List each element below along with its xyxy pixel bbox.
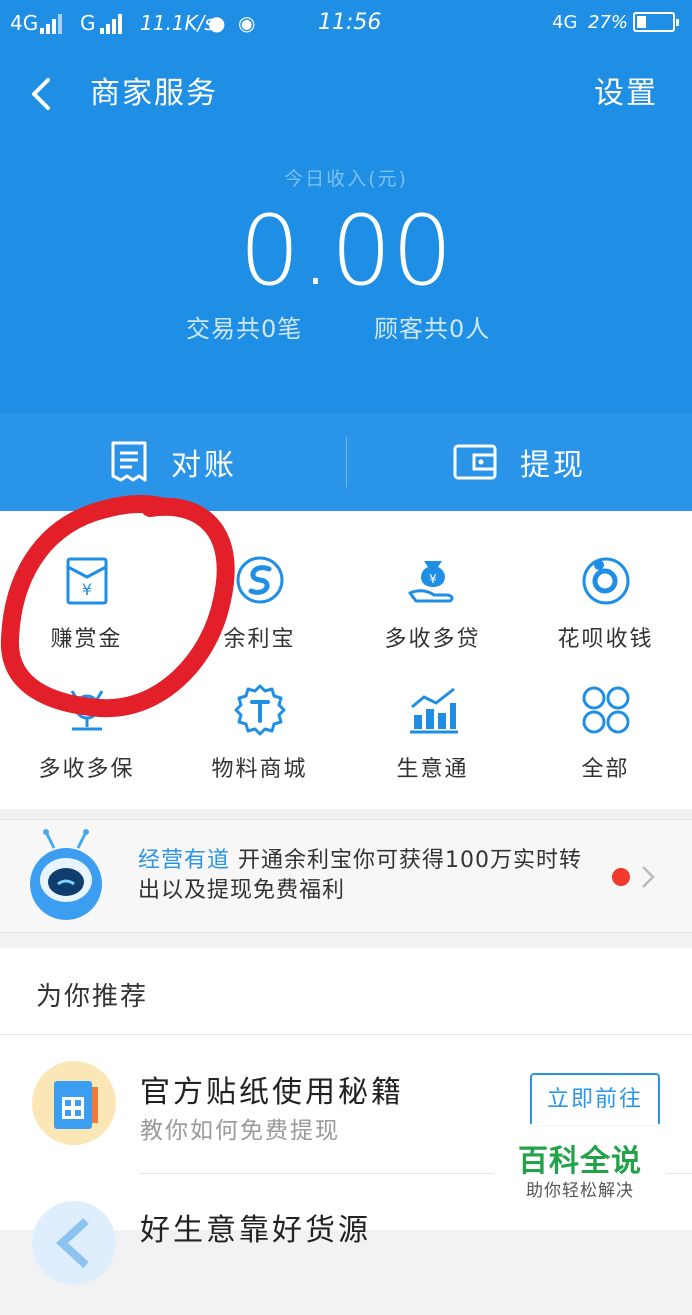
network-type-2: G xyxy=(80,11,96,35)
withdraw-label: 提现 xyxy=(520,448,586,483)
t-badge-icon xyxy=(234,684,286,736)
grid-item-all[interactable]: 全部 xyxy=(519,669,692,799)
grid-label: 多收多贷 xyxy=(384,627,481,652)
money-bag-hand-icon: ¥ xyxy=(408,561,454,603)
grid-item-reward[interactable]: ¥ 赚赏金 xyxy=(0,539,173,669)
income-value: 0.00 xyxy=(239,195,453,307)
grid-item-material-mall[interactable]: 物料商城 xyxy=(173,669,346,799)
transaction-count: 交易共0笔 xyxy=(186,315,303,343)
reconcile-label: 对账 xyxy=(171,448,237,483)
customer-count: 顾客共0人 xyxy=(374,315,491,343)
back-arrow-icon[interactable] xyxy=(28,76,54,112)
huabei-icon xyxy=(582,557,630,605)
red-envelope-icon: ¥ xyxy=(66,557,108,605)
clock: 11:56 xyxy=(318,10,382,35)
income-label: 今日收入(元) xyxy=(284,168,408,190)
watermark-subtitle: 助你轻松解决 xyxy=(526,1181,634,1201)
grid-item-loan[interactable]: ¥ 多收多贷 xyxy=(346,539,519,669)
grid-item-huabei[interactable]: 花呗收钱 xyxy=(519,539,692,669)
chevron-right-icon[interactable] xyxy=(640,864,656,890)
recommend-title: 为你推荐 xyxy=(36,982,149,1012)
settings-button[interactable]: 设置 xyxy=(594,76,658,112)
service-grid: ¥ 赚赏金 余利宝 ¥ 多收多贷 花呗收钱 多收多保 物料商城 生意通 全部 xyxy=(0,511,692,809)
banner-highlight: 经营有道 xyxy=(138,848,231,873)
recommend-item-title: 好生意靠好货源 xyxy=(140,1213,371,1248)
network-speed: 11.1K/s xyxy=(140,11,215,35)
grid-item-business[interactable]: 生意通 xyxy=(346,669,519,799)
robot-mascot-icon xyxy=(30,829,102,920)
bar-chart-icon xyxy=(410,687,458,734)
go-now-button[interactable]: 立即前往 xyxy=(530,1073,660,1127)
qq-icon: ● xyxy=(208,11,226,35)
book-icon xyxy=(32,1061,116,1145)
grid-item-yulibao[interactable]: 余利宝 xyxy=(173,539,346,669)
grid-label: 生意通 xyxy=(396,757,469,782)
signal-icon xyxy=(40,12,68,34)
receipt-icon xyxy=(111,441,147,482)
grid-label: 物料商城 xyxy=(211,757,308,782)
promo-banner[interactable]: 经营有道 开通余利宝你可获得100万实时转出以及提现免费福利 xyxy=(0,819,692,933)
arrow-icon xyxy=(32,1201,116,1285)
battery-percent: 27% xyxy=(588,12,629,33)
status-bar: 4G G 11.1K/s ● ◉ 11:56 4G 27% xyxy=(0,0,692,46)
recommend-item-desc: 教你如何免费提现 xyxy=(140,1118,340,1144)
yulibao-icon xyxy=(236,556,284,604)
svg-text:¥: ¥ xyxy=(82,580,92,599)
network-type-1: 4G xyxy=(10,11,39,35)
wallet-icon xyxy=(453,444,497,480)
reconcile-button[interactable]: 对账 xyxy=(0,413,346,511)
grid-label: 花呗收钱 xyxy=(557,627,654,652)
watermark-logo: 百科全说 助你轻松解决 xyxy=(494,1124,666,1208)
merchant-header: 商家服务 设置 今日收入(元) 0.00 交易共0笔 顾客共0人 xyxy=(0,46,692,413)
grid-label: 多收多保 xyxy=(38,757,135,782)
message-icon: ◉ xyxy=(238,11,256,35)
watermark-title: 百科全说 xyxy=(518,1144,642,1179)
four-petal-icon xyxy=(582,686,630,734)
grid-item-insurance[interactable]: 多收多保 xyxy=(0,669,173,799)
page-title: 商家服务 xyxy=(90,76,218,111)
withdraw-button[interactable]: 提现 xyxy=(346,413,692,511)
signal-icon xyxy=(100,12,128,34)
svg-text:¥: ¥ xyxy=(429,572,437,586)
recommend-item-title: 官方贴纸使用秘籍 xyxy=(140,1075,404,1110)
notification-dot xyxy=(612,868,630,886)
grid-label: 余利宝 xyxy=(223,627,296,652)
grid-label: 全部 xyxy=(581,757,630,782)
action-bar: 对账 提现 xyxy=(0,413,692,511)
network-type-3: 4G xyxy=(552,12,578,33)
recommend-section-header: 为你推荐 xyxy=(0,948,692,1035)
battery-icon xyxy=(633,12,679,32)
grid-label: 赚赏金 xyxy=(50,627,123,652)
shield-person-icon xyxy=(70,690,104,731)
banner-text: 经营有道 开通余利宝你可获得100万实时转出以及提现免费福利 xyxy=(138,846,598,906)
